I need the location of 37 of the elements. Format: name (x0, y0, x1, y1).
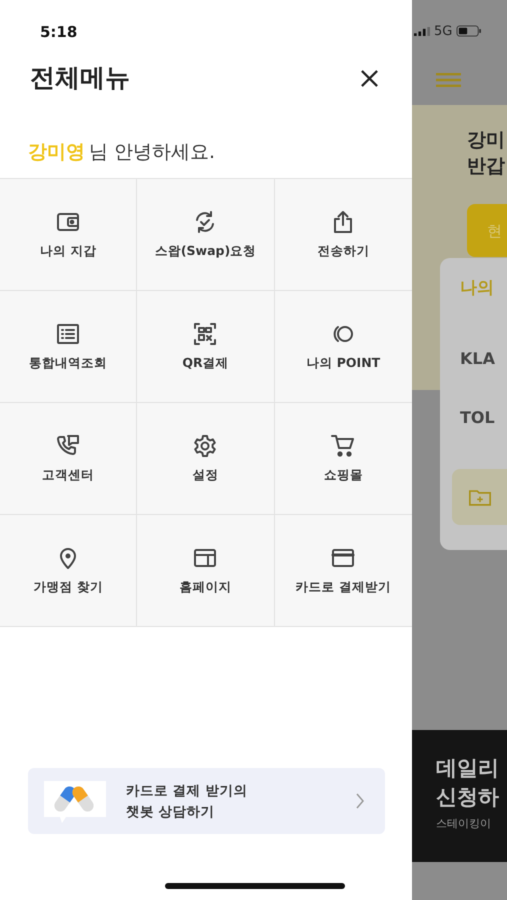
qr-code-icon (192, 321, 218, 347)
user-name: 강미영 (28, 141, 85, 163)
banner-title: 데일리 (436, 755, 500, 782)
settings-icon (192, 433, 218, 459)
card-title: 나의 (460, 277, 495, 299)
list-icon (55, 321, 82, 347)
banner-title: 신청하 (436, 784, 500, 811)
menu-item[interactable]: 고객센터 (0, 403, 138, 515)
menu-item[interactable]: 설정 (137, 403, 275, 515)
menu-item[interactable]: 전송하기 (274, 179, 412, 291)
greeting-text: 님 안녕하세요. (89, 141, 216, 163)
network-label: 5G (434, 24, 452, 38)
menu-item[interactable]: 카드로 결제받기 (274, 515, 412, 627)
menu-item[interactable]: 나의 POINT (274, 291, 412, 403)
greeting-line: 강미 (467, 128, 506, 153)
drawer-title: 전체메뉴 (30, 62, 130, 94)
menu-item[interactable]: 쇼핑몰 (274, 403, 412, 515)
close-icon[interactable] (360, 68, 379, 88)
chevron-right-icon (355, 792, 365, 810)
menu-item[interactable]: 나의 지갑 (0, 179, 138, 291)
menu-item[interactable]: QR결제 (137, 291, 275, 403)
battery-icon (456, 25, 482, 37)
cart-icon (330, 433, 356, 459)
signal-icon (414, 26, 430, 36)
asset-name: KLA (460, 349, 496, 368)
menu-item[interactable]: 가맹점 찾기 (0, 515, 138, 627)
chatbot-banner[interactable]: 카드로 결제 받기의 챗봇 상담하기 (28, 768, 385, 834)
add-folder-button[interactable] (452, 469, 507, 525)
menu-item[interactable]: 홈페이지 (137, 515, 275, 627)
menu-item[interactable]: 스왑(Swap)요청 (137, 179, 275, 291)
greeting-line: 반갑 (467, 154, 506, 179)
status-time: 5:18 (40, 22, 78, 43)
asset-name: TOL (460, 408, 496, 427)
menu-icon[interactable] (436, 72, 461, 88)
menu-item[interactable]: 통합내역조회 (0, 291, 138, 403)
banner-subtitle: 스테이킹이 (436, 816, 492, 831)
folder-plus-icon (468, 488, 492, 506)
